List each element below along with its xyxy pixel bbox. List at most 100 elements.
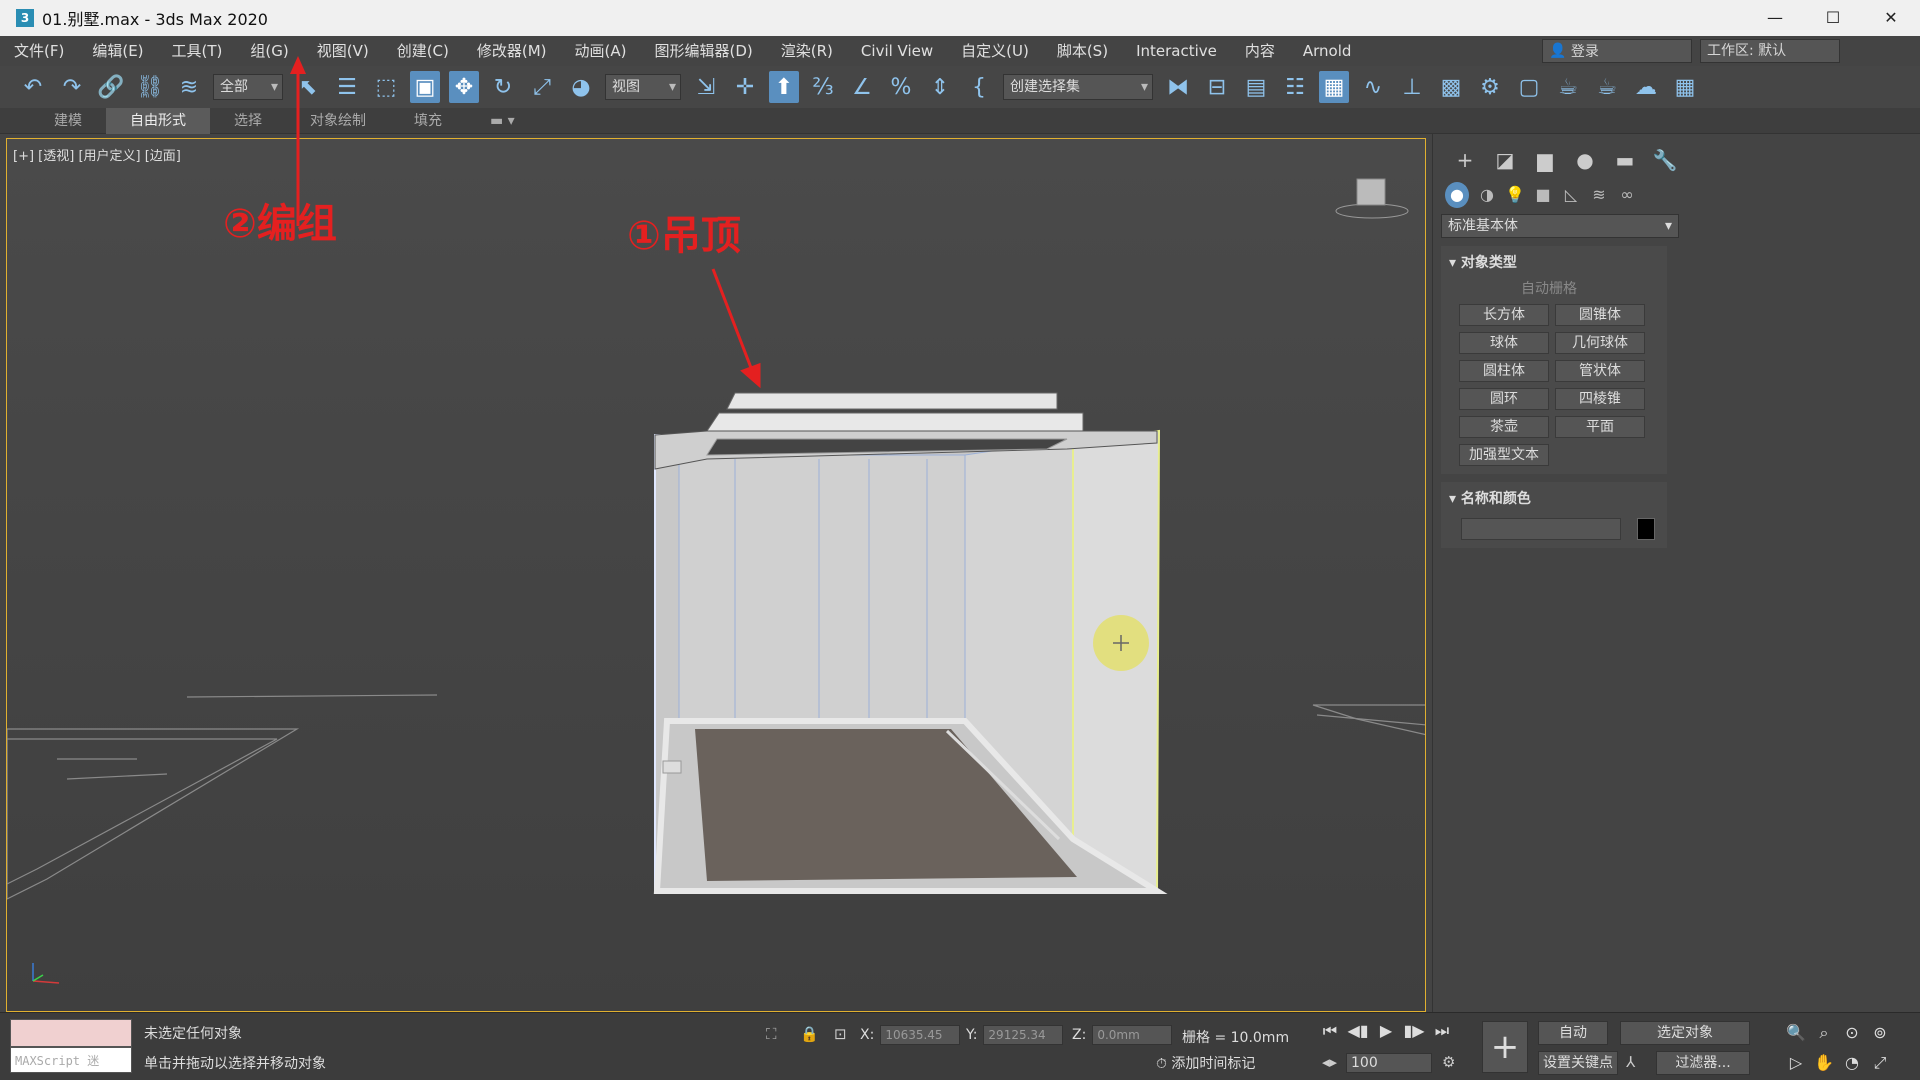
add-time-tag[interactable]: ⏱ 添加时间标记 — [1156, 1053, 1255, 1073]
named-selection-set-select[interactable]: 创建选择集 — [1003, 74, 1153, 100]
ribbon-toggle-icon[interactable]: ▦ — [1319, 71, 1349, 103]
percent-snap-icon[interactable]: % — [886, 71, 916, 103]
object-name-field[interactable] — [1461, 518, 1621, 540]
tube-button[interactable]: 管状体 — [1555, 360, 1645, 382]
select-and-rotate-icon[interactable]: ↻ — [488, 71, 518, 103]
textplus-button[interactable]: 加强型文本 — [1459, 444, 1549, 466]
selection-filter-select[interactable]: 全部 — [213, 74, 283, 100]
maxscript-listener[interactable]: MAXScript 迷 — [10, 1019, 132, 1075]
login-dropdown[interactable]: 👤 登录 — [1542, 39, 1692, 63]
current-frame-field[interactable]: 100 — [1346, 1053, 1432, 1073]
menu-create[interactable]: 创建(C) — [383, 36, 463, 66]
reference-coordinate-select[interactable]: 视图 — [605, 74, 681, 100]
maximize-viewport-icon[interactable]: ⤢ — [1866, 1053, 1894, 1073]
maxscript-input[interactable]: MAXScript 迷 — [10, 1047, 132, 1073]
maxscript-output[interactable] — [10, 1019, 132, 1047]
lights-icon[interactable]: 💡 — [1501, 182, 1529, 208]
window-crossing-icon[interactable]: ▣ — [410, 71, 440, 103]
render-production-icon[interactable]: ☕ — [1553, 71, 1583, 103]
edit-named-selection-icon[interactable]: { — [964, 71, 994, 103]
menu-customize[interactable]: 自定义(U) — [947, 36, 1043, 66]
mirror-icon[interactable]: ⧓ — [1163, 71, 1193, 103]
bind-space-warp-icon[interactable]: ≋ — [174, 71, 204, 103]
field-of-view-icon[interactable]: ▷ — [1782, 1053, 1810, 1073]
set-key-mode-button[interactable]: 设置关键点 — [1538, 1051, 1618, 1075]
pivot-center-icon[interactable]: ⇲ — [691, 71, 721, 103]
selection-lock-icon[interactable]: 🔒 — [800, 1025, 819, 1043]
undo-icon[interactable]: ↶ — [18, 71, 48, 103]
modify-tab-icon[interactable]: ◪ — [1485, 148, 1525, 176]
zoom-extents-all-icon[interactable]: ⊚ — [1866, 1023, 1894, 1043]
ribbon-options-icon[interactable]: ▬ ▾ — [466, 108, 539, 134]
menu-tools[interactable]: 工具(T) — [158, 36, 237, 66]
minimize-button[interactable]: — — [1746, 0, 1804, 36]
redo-icon[interactable]: ↷ — [57, 71, 87, 103]
keyboard-shortcut-override-icon[interactable]: ⬆ — [769, 71, 799, 103]
maximize-button[interactable]: ☐ — [1804, 0, 1862, 36]
key-filter-select[interactable]: 选定对象 — [1620, 1021, 1750, 1045]
material-editor-icon[interactable]: ▩ — [1436, 71, 1466, 103]
tab-selection[interactable]: 选择 — [210, 108, 286, 134]
helpers-icon[interactable]: ◺ — [1557, 182, 1585, 208]
spinner-snap-icon[interactable]: ⇕ — [925, 71, 955, 103]
geometry-category-select[interactable]: 标准基本体 — [1441, 214, 1679, 238]
menu-file[interactable]: 文件(F) — [0, 36, 78, 66]
space-warps-icon[interactable]: ≋ — [1585, 182, 1613, 208]
utilities-tab-icon[interactable]: 🔧 — [1645, 148, 1685, 176]
object-color-swatch[interactable] — [1637, 518, 1655, 540]
perspective-viewport[interactable]: [+] [透视] [用户定义] [边面] ②编组 ①吊顶 — [6, 138, 1426, 1012]
zoom-all-icon[interactable]: ⌕ — [1810, 1023, 1838, 1043]
z-field[interactable]: 0.0mm — [1092, 1025, 1173, 1045]
render-iterative-icon[interactable]: ☕ — [1592, 71, 1622, 103]
tab-populate[interactable]: 填充 — [390, 108, 466, 134]
frame-spinner-icon[interactable]: ◂▸ — [1322, 1053, 1337, 1071]
curve-editor-icon[interactable]: ∿ — [1358, 71, 1388, 103]
go-to-end-icon[interactable]: ⏭ — [1428, 1021, 1456, 1041]
orbit-icon[interactable]: ◔ — [1838, 1053, 1866, 1073]
play-icon[interactable]: ▶ — [1372, 1021, 1400, 1041]
cylinder-button[interactable]: 圆柱体 — [1459, 360, 1549, 382]
align-icon[interactable]: ⊟ — [1202, 71, 1232, 103]
select-and-place-icon[interactable]: ◕ — [566, 71, 596, 103]
create-tab-icon[interactable]: + — [1445, 148, 1485, 176]
cone-button[interactable]: 圆锥体 — [1555, 304, 1645, 326]
angle-snap-icon[interactable]: ∠ — [847, 71, 877, 103]
schematic-view-icon[interactable]: ⊥ — [1397, 71, 1427, 103]
snaps-toggle-icon[interactable]: ⅔ — [808, 71, 838, 103]
select-and-move-icon[interactable]: ✥ — [449, 71, 479, 103]
select-and-scale-icon[interactable]: ⤢ — [527, 71, 557, 103]
plane-button[interactable]: 平面 — [1555, 416, 1645, 438]
workspace-select[interactable]: 工作区: 默认 — [1700, 39, 1840, 63]
menu-edit[interactable]: 编辑(E) — [78, 36, 157, 66]
render-in-cloud-icon[interactable]: ☁ — [1631, 71, 1661, 103]
sphere-button[interactable]: 球体 — [1459, 332, 1549, 354]
rendered-frame-window-icon[interactable]: ▢ — [1514, 71, 1544, 103]
select-by-name-icon[interactable]: ☰ — [332, 71, 362, 103]
absolute-mode-icon[interactable]: ⊡ — [834, 1025, 847, 1043]
pyramid-button[interactable]: 四棱锥 — [1555, 388, 1645, 410]
link-icon[interactable]: 🔗 — [96, 71, 126, 103]
unlink-icon[interactable]: ⛓ — [135, 71, 165, 103]
menu-views[interactable]: 视图(V) — [303, 36, 383, 66]
menu-modifiers[interactable]: 修改器(M) — [463, 36, 561, 66]
geometry-icon[interactable]: ● — [1445, 182, 1469, 208]
hierarchy-tab-icon[interactable]: ▆ — [1525, 148, 1565, 176]
menu-civil-view[interactable]: Civil View — [847, 36, 947, 66]
autogrid-checkbox[interactable]: 自动栅格 — [1441, 276, 1667, 304]
scene-explorer-icon[interactable]: ▤ — [1241, 71, 1271, 103]
y-field[interactable]: 29125.34 — [983, 1025, 1064, 1045]
object-type-title[interactable]: 对象类型 — [1441, 246, 1667, 276]
display-tab-icon[interactable]: ▬ — [1605, 148, 1645, 176]
box-button[interactable]: 长方体 — [1459, 304, 1549, 326]
menu-animation[interactable]: 动画(A) — [561, 36, 641, 66]
render-setup-icon[interactable]: ⚙ — [1475, 71, 1505, 103]
time-configuration-icon[interactable]: ⚙ — [1442, 1053, 1455, 1071]
layer-explorer-icon[interactable]: ☷ — [1280, 71, 1310, 103]
teapot-button[interactable]: 茶壶 — [1459, 416, 1549, 438]
manipulate-icon[interactable]: ✛ — [730, 71, 760, 103]
key-mode-icon[interactable]: ⅄ — [1626, 1053, 1635, 1071]
zoom-extents-icon[interactable]: ⊙ — [1838, 1023, 1866, 1043]
tab-freeform[interactable]: 自由形式 — [106, 107, 210, 134]
x-field[interactable]: 10635.45 — [880, 1025, 961, 1045]
next-frame-icon[interactable]: ▮▶ — [1400, 1021, 1428, 1041]
